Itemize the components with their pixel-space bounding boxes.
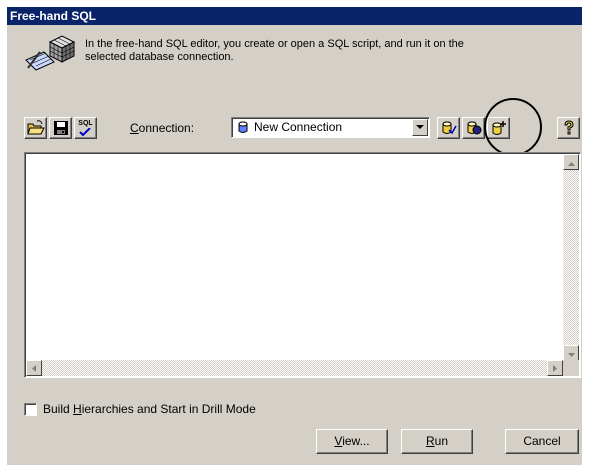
connection-select-value: New Connection <box>254 120 343 134</box>
title-bar: Free-hand SQL <box>7 7 582 25</box>
window-title: Free-hand SQL <box>10 9 97 23</box>
highlight-circle <box>484 98 542 156</box>
view-button[interactable]: View... <box>316 429 388 454</box>
open-script-button[interactable] <box>24 117 47 139</box>
drill-mode-option[interactable]: Build Hierarchies and Start in Drill Mod… <box>24 402 256 416</box>
intro-line-1: In the free-hand SQL editor, you create … <box>85 38 464 50</box>
free-hand-sql-dialog: Free-hand SQL In the free-hand SQL edito… <box>0 0 589 472</box>
arrow-up-icon <box>567 155 575 169</box>
scroll-corner <box>563 360 579 376</box>
remove-connection-icon <box>466 120 482 136</box>
edit-connection-button[interactable] <box>437 117 460 139</box>
view-label-rest: iew... <box>342 434 370 448</box>
sql-check-icon: SQL <box>78 120 93 136</box>
help-button[interactable] <box>557 117 580 139</box>
arrow-left-icon <box>32 361 36 375</box>
scroll-up-button[interactable] <box>563 154 579 170</box>
database-cylinder-icon <box>238 121 248 137</box>
scroll-down-button[interactable] <box>563 345 579 361</box>
intro-line-2: selected database connection. <box>85 51 234 63</box>
sql-editor[interactable] <box>24 152 581 378</box>
connection-label: Connection: <box>130 121 194 135</box>
remove-connection-button[interactable] <box>462 117 485 139</box>
arrow-down-icon <box>567 346 575 360</box>
sql-editor-cube-icon <box>22 30 78 74</box>
drill-mode-checkbox[interactable] <box>24 402 37 416</box>
sql-icon-text: SQL <box>78 120 93 127</box>
floppy-disk-icon <box>53 120 69 136</box>
connection-select[interactable]: New Connection <box>231 117 430 138</box>
intro-description: In the free-hand SQL editor, you create … <box>85 38 555 64</box>
horizontal-scrollbar[interactable] <box>26 360 563 376</box>
drill-label-pre: Build <box>43 402 74 416</box>
scroll-right-button[interactable] <box>547 360 563 376</box>
drill-label-accel: H <box>73 402 82 416</box>
cancel-button[interactable]: Cancel <box>505 429 579 454</box>
question-mark-icon <box>562 120 576 136</box>
run-button[interactable]: Run <box>401 429 473 454</box>
open-folder-icon <box>26 120 45 136</box>
run-label-rest: un <box>434 434 449 448</box>
arrow-right-icon <box>553 361 557 375</box>
chevron-down-icon[interactable] <box>412 119 428 136</box>
run-accel: R <box>425 434 435 448</box>
save-script-button[interactable] <box>49 117 72 139</box>
drill-mode-label[interactable]: Build Hierarchies and Start in Drill Mod… <box>43 402 256 416</box>
vertical-scrollbar[interactable] <box>563 154 579 361</box>
connection-label-rest: onnection: <box>138 121 195 135</box>
cancel-label: Cancel <box>523 434 561 448</box>
edit-connection-icon <box>441 120 457 136</box>
validate-sql-button[interactable]: SQL <box>74 117 97 139</box>
scroll-left-button[interactable] <box>26 360 42 376</box>
drill-label-post: ierarchies and Start in Drill Mode <box>81 402 256 416</box>
connection-label-accel: C <box>130 121 139 135</box>
